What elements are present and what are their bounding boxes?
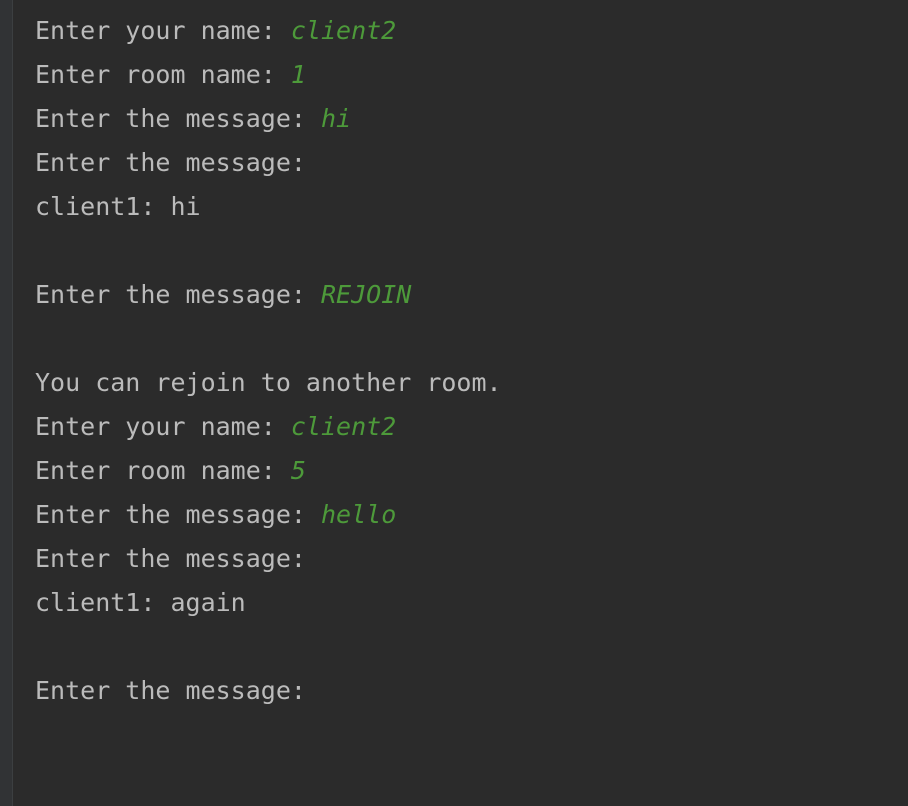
console-line: Enter the message: (35, 141, 908, 185)
line-prompt: You can rejoin to another room. (35, 368, 502, 397)
line-user-input: hi (320, 104, 352, 133)
line-prompt: Enter the message: (35, 280, 321, 309)
line-user-input: REJOIN (320, 280, 412, 309)
console-line: Enter the message: REJOIN (35, 273, 908, 317)
console-line: Enter the message: (35, 537, 908, 581)
console-line: Enter the message: hi (35, 97, 908, 141)
line-user-input: client2 (290, 412, 397, 441)
console-line: Enter room name: 1 (35, 53, 908, 97)
line-prompt: Enter room name: (35, 60, 291, 89)
line-user-input: 5 (290, 456, 306, 485)
console-line: Enter your name: client2 (35, 9, 908, 53)
line-prompt: Enter your name: (35, 412, 291, 441)
line-user-input: client2 (290, 16, 397, 45)
line-prompt: Enter the message: (35, 676, 321, 705)
line-prompt: Enter the message: (35, 148, 321, 177)
line-prompt: client1: again (35, 588, 246, 617)
line-prompt: Enter the message: (35, 500, 321, 529)
console-line: You can rejoin to another room. (35, 361, 908, 405)
line-prompt: Enter your name: (35, 16, 291, 45)
line-user-input: 1 (290, 60, 306, 89)
console-line: client1: hi (35, 185, 908, 229)
line-user-input: hello (320, 500, 397, 529)
console-gutter (0, 0, 13, 806)
line-prompt: client1: hi (35, 192, 201, 221)
line-prompt: Enter the message: (35, 104, 321, 133)
run-console[interactable]: Enter your name: client2 Enter room name… (0, 0, 908, 806)
console-line: Enter the message: (35, 669, 908, 713)
line-prompt: Enter room name: (35, 456, 291, 485)
console-output[interactable]: Enter your name: client2 Enter room name… (35, 9, 908, 713)
console-line: client1: again (35, 581, 908, 625)
console-line: Enter room name: 5 (35, 449, 908, 493)
line-prompt: Enter the message: (35, 544, 321, 573)
console-line: Enter the message: hello (35, 493, 908, 537)
console-line: Enter your name: client2 (35, 405, 908, 449)
